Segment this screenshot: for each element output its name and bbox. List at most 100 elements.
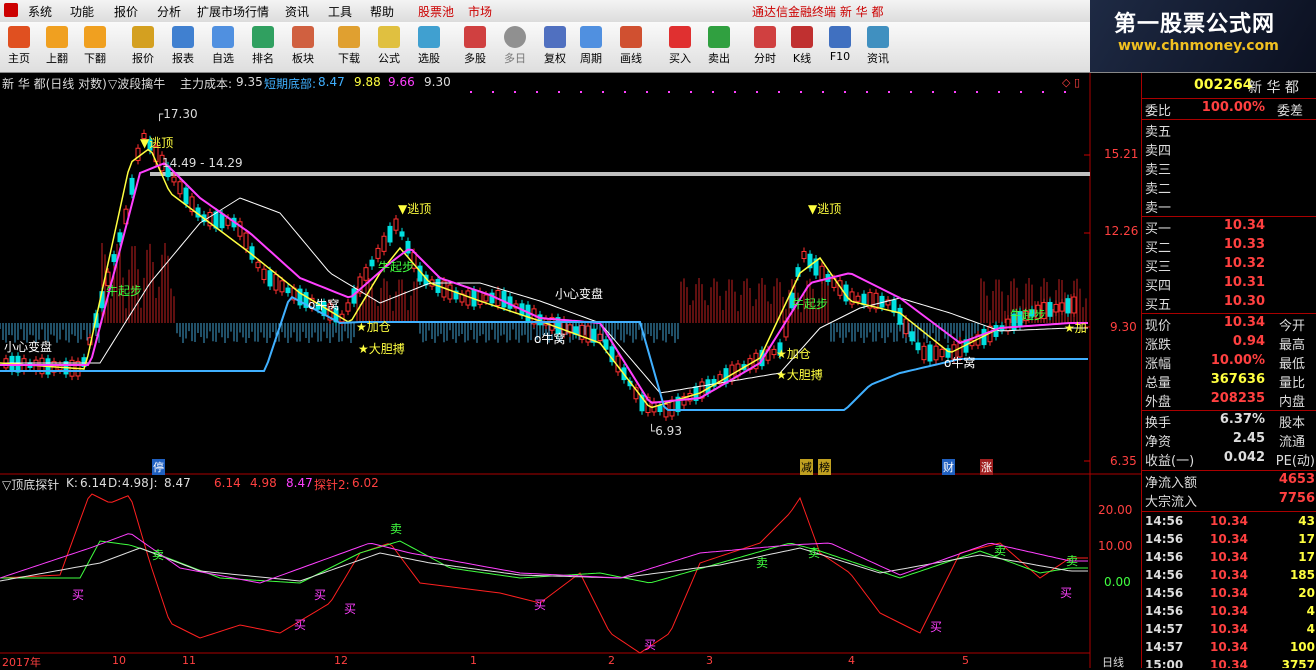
tick-volume: 4 xyxy=(1306,622,1315,636)
multi-day-button[interactable]: 多日 xyxy=(496,24,534,70)
bid5-price: 10.30 xyxy=(1223,294,1265,309)
stat-outer-label: 外盘 xyxy=(1145,395,1172,410)
bottom-value-2: 9.88 xyxy=(354,75,381,89)
report-button[interactable]: 报表 xyxy=(164,24,202,70)
tick-row: 14:56 10.34 43 xyxy=(1142,514,1316,532)
buy-signal-2: 买 xyxy=(314,588,327,602)
add-signal-2: ★加仓 xyxy=(776,347,811,361)
lower-indicator-name[interactable]: ▽顶底探针 xyxy=(2,476,59,493)
ranking-button[interactable]: 排名 xyxy=(244,24,282,70)
careful-signal-1: 小心变盘 xyxy=(4,340,53,354)
menu-info[interactable]: 资讯 xyxy=(285,3,309,20)
tick-time: 15:00 xyxy=(1145,658,1184,668)
y-label-1: 15.21 xyxy=(1104,147,1139,161)
menu-stock-pool[interactable]: 股票池 xyxy=(418,3,454,20)
tick-price: 10.34 xyxy=(1210,550,1248,564)
arrow-up-icon xyxy=(46,26,68,48)
buy-signal-6: 买 xyxy=(644,638,657,652)
indicator-name[interactable]: ▽波段擒牛 xyxy=(108,75,165,92)
menu-function[interactable]: 功能 xyxy=(70,3,94,20)
buy-signal-7: 买 xyxy=(930,620,943,634)
stat-outer-value: 208235 xyxy=(1210,391,1265,406)
bold-signal-2: ★大胆搏 xyxy=(776,368,823,382)
bull-start-signal-1: 牛起步 xyxy=(106,284,143,298)
cost-value: 9.35 xyxy=(236,75,263,89)
sector-button[interactable]: 板块 xyxy=(284,24,322,70)
d-label: D: xyxy=(108,476,122,490)
menu-quote[interactable]: 报价 xyxy=(114,3,138,20)
ask5-label: 卖五 xyxy=(1145,125,1172,140)
cost-label: 主力成本: xyxy=(180,77,233,91)
tick-row: 14:56 10.34 17 xyxy=(1142,532,1316,550)
tick-list[interactable]: 14:56 10.34 43 14:56 10.34 17 14:56 10.34 17 14:5… xyxy=(1142,514,1316,668)
x-label-11: 11 xyxy=(182,654,196,667)
menu-help[interactable]: 帮助 xyxy=(370,3,394,20)
menu-system[interactable]: 系统 xyxy=(28,3,52,20)
sector-icon xyxy=(292,26,314,48)
bottom-value-4: 9.30 xyxy=(424,75,451,89)
quote-button[interactable]: 报价 xyxy=(124,24,162,70)
stat-high-label: 最高 xyxy=(1278,338,1305,353)
stat-nav-label: 净资 xyxy=(1145,435,1172,450)
lower-y-label-1: 20.00 xyxy=(1098,503,1133,517)
marker-limit-up[interactable]: 涨 xyxy=(980,459,993,475)
menu-tools[interactable]: 工具 xyxy=(328,3,352,20)
adjust-button[interactable]: 复权 xyxy=(536,24,574,70)
marker-reduce[interactable]: 减 xyxy=(800,459,813,475)
bid4-label: 买四 xyxy=(1145,279,1172,294)
banner-title: 第一股票公式网 xyxy=(1114,12,1276,37)
sell-button[interactable]: 卖出 xyxy=(700,24,738,70)
tick-volume: 43 xyxy=(1298,514,1315,528)
home-icon xyxy=(8,26,30,48)
value-red-2: 4.98 xyxy=(250,476,277,490)
tick-price: 10.34 xyxy=(1210,658,1248,668)
tick-row: 14:56 10.34 17 xyxy=(1142,550,1316,568)
pencil-icon xyxy=(620,26,642,48)
stat-price-value: 10.34 xyxy=(1223,315,1265,330)
draw-line-button[interactable]: 画线 xyxy=(612,24,650,70)
home-button[interactable]: 主页 xyxy=(0,24,38,70)
page-down-button[interactable]: 下翻 xyxy=(76,24,114,70)
timeshare-button[interactable]: 分时 xyxy=(746,24,784,70)
probe-red-line xyxy=(0,493,1088,654)
stat-volume-label: 总量 xyxy=(1145,376,1172,391)
lower-y-label-2: 10.00 xyxy=(1098,539,1133,553)
escape-signal-3: ▼逃顶 xyxy=(808,202,842,216)
expand-icon[interactable]: ◇ ▯ xyxy=(1062,76,1080,89)
sell-icon xyxy=(708,26,730,48)
probe-label: 探针2: xyxy=(314,478,350,492)
arrow-down-icon xyxy=(84,26,106,48)
stat-nav-value: 2.45 xyxy=(1232,431,1265,446)
tick-time: 14:56 xyxy=(1145,550,1184,564)
menu-extended-market[interactable]: 扩展市场行情 xyxy=(197,3,269,20)
menu-analysis[interactable]: 分析 xyxy=(157,3,181,20)
x-label-4: 4 xyxy=(848,654,855,667)
buy-button[interactable]: 买入 xyxy=(661,24,699,70)
sell-signal-2: 卖 xyxy=(152,548,165,562)
stat-change-label: 涨跌 xyxy=(1145,338,1172,353)
news-button[interactable]: 资讯 xyxy=(859,24,897,70)
marker-finance[interactable]: 财 xyxy=(942,459,955,475)
tick-price: 10.34 xyxy=(1210,568,1248,582)
kline-button[interactable]: K线 xyxy=(783,24,821,70)
page-up-button[interactable]: 上翻 xyxy=(38,24,76,70)
period-button[interactable]: 周期 xyxy=(572,24,610,70)
value-magenta: 8.47 xyxy=(286,476,313,490)
nest-signal-1: o牛窝 xyxy=(534,332,566,346)
marker-list[interactable]: 榜 xyxy=(818,459,831,475)
download-button[interactable]: 下载 xyxy=(330,24,368,70)
watchlist-button[interactable]: 自选 xyxy=(204,24,242,70)
f10-button[interactable]: F10 xyxy=(821,24,859,70)
marker-suspend[interactable]: 停 xyxy=(152,459,165,475)
tick-time: 14:57 xyxy=(1145,640,1184,654)
multi-stock-button[interactable]: 多股 xyxy=(456,24,494,70)
formula-icon xyxy=(378,26,400,48)
stat-shares-label: 股本 xyxy=(1278,416,1305,431)
tick-price: 10.34 xyxy=(1210,640,1248,654)
formula-button[interactable]: 公式 xyxy=(370,24,408,70)
tick-row: 15:00 10.34 3757 xyxy=(1142,658,1316,668)
tick-time: 14:56 xyxy=(1145,514,1184,528)
stock-picker-button[interactable]: 选股 xyxy=(410,24,448,70)
tick-row: 14:57 10.34 4 xyxy=(1142,622,1316,640)
menu-market[interactable]: 市场 xyxy=(468,3,492,20)
